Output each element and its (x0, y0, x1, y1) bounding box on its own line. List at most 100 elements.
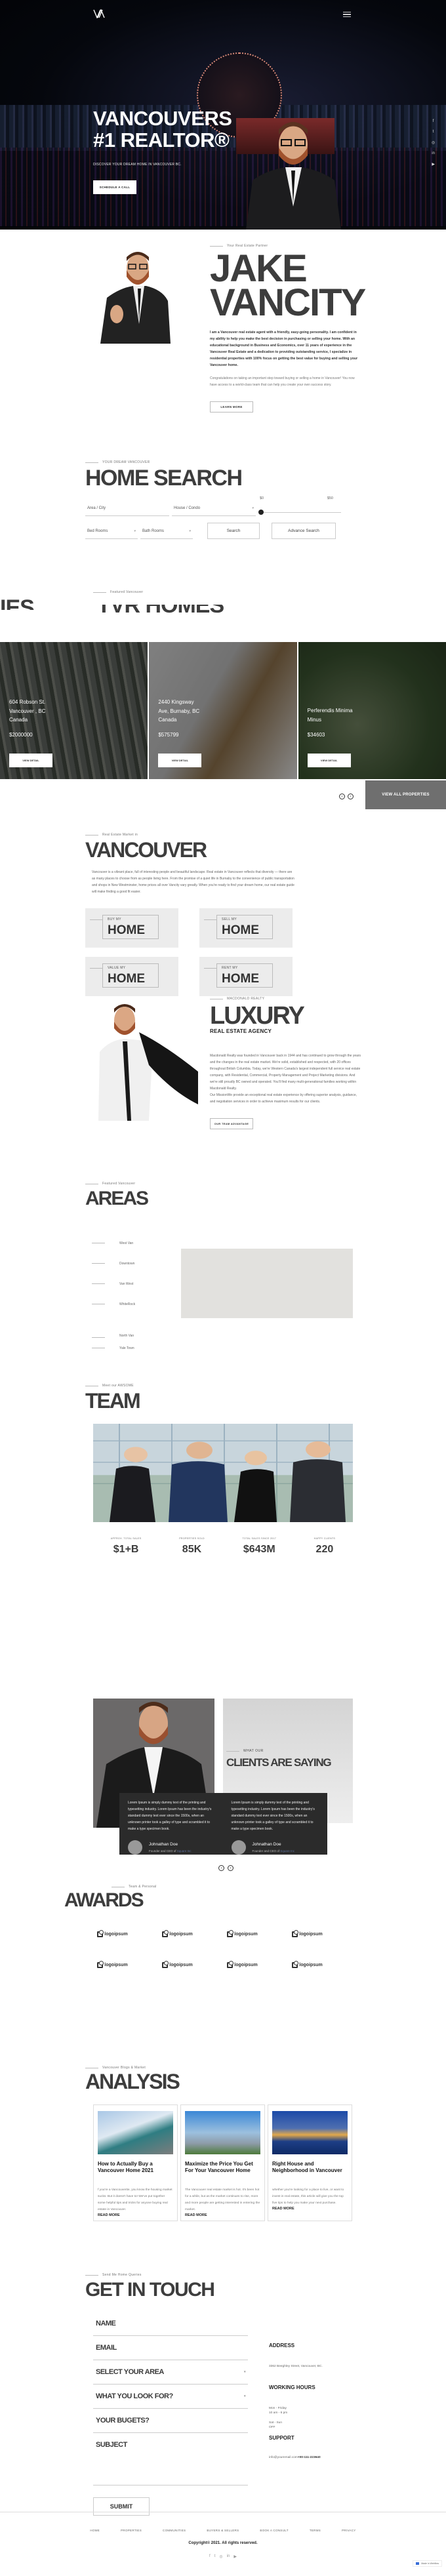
testimonial-next-icon[interactable]: › (228, 1865, 233, 1871)
contact-section: Send Me Home Queries GET IN TOUCH NAME E… (85, 2249, 361, 2516)
address-text: 3362 Beeghley Street, Vancouver, BC. (269, 2365, 323, 2368)
hero-title-line1: VANCOUVERS (93, 107, 232, 130)
slider-track[interactable] (258, 512, 341, 513)
award-logo-text: logoipsum (104, 1932, 128, 1937)
award-logo-text: logoipsum (234, 1963, 258, 1967)
blog-post-card[interactable]: Right House and Neighborhood in Vancouve… (268, 2104, 352, 2221)
area-select[interactable]: SELECT YOUR AREA ▾ (93, 2360, 248, 2385)
bedrooms-select[interactable]: Bed Rooms ▾ (85, 525, 138, 539)
youtube-icon[interactable]: ▶ (233, 2554, 237, 2559)
analysis-blog-section: Vancouver Blogs & Market ANALYSIS How to… (85, 2066, 361, 2249)
learn-more-button[interactable]: LEARN MORE (210, 401, 253, 413)
subject-textarea[interactable]: SUBJECT (93, 2433, 248, 2485)
author-company-link[interactable]: Square Inc (280, 1849, 294, 1853)
canada-place-image (98, 2110, 173, 2154)
carousel-ghost-title: TVR HOMES (97, 605, 224, 616)
area-item[interactable]: WhiteRock (92, 1294, 135, 1314)
facebook-icon[interactable]: f (209, 2554, 211, 2559)
linkedin-icon[interactable]: in (227, 2554, 230, 2559)
area-item[interactable]: North Van (92, 1314, 135, 1338)
tile-small-label: VALUE MY (108, 965, 126, 970)
support-phone[interactable]: +00-111-223640 (298, 2456, 321, 2459)
realtor-portrait-image (246, 122, 341, 230)
slider-handle[interactable] (258, 509, 264, 515)
footer-link-privacy[interactable]: PRIVACY (342, 2529, 356, 2532)
read-more-link[interactable]: READ MORE (98, 2213, 173, 2217)
chevron-down-icon: ▾ (243, 2394, 246, 2398)
support-heading: SUPPORT (269, 2435, 294, 2441)
chevron-down-icon: ▾ (252, 506, 254, 511)
instagram-icon[interactable]: ◎ (432, 140, 435, 145)
home-search-section: YOUR DREAM VANCOUVER HOME SEARCH Area / … (85, 446, 361, 577)
testimonial-prev-icon[interactable]: ‹ (218, 1865, 224, 1871)
stat-value: 85K (182, 1543, 202, 1555)
award-logo: logoipsum (80, 1930, 145, 1937)
search-row-1: Area / City House / Condo ▾ $0 $50 (85, 496, 361, 516)
area-item[interactable]: Van West (92, 1274, 135, 1294)
blog-post-card[interactable]: Maximize the Price You Get For Your Vanc… (180, 2104, 265, 2221)
luxury-content: MACDONALD REALTY LUXURY REAL ESTATE AGEN… (210, 997, 362, 1130)
post-title[interactable]: How to Actually Buy a Vancouver Home 202… (98, 2161, 173, 2187)
footer-link-terms[interactable]: TERMS (310, 2529, 321, 2532)
author-company-link[interactable]: Square Inc (177, 1849, 192, 1853)
properties-eyebrow: Featured Vancouver (93, 590, 143, 594)
footer-link-book-consult[interactable]: BOOK A CONSULT (260, 2529, 288, 2532)
webflow-badge-text: Made in Webflow (421, 2562, 439, 2565)
area-city-input[interactable]: Area / City (85, 502, 169, 516)
facebook-icon[interactable]: f (433, 119, 434, 123)
email-input[interactable]: EMAIL (93, 2336, 248, 2360)
luxury-title: LUXURY (210, 1002, 305, 1030)
contact-title: GET IN TOUCH (85, 2279, 215, 2301)
area-item[interactable]: West Van (92, 1233, 135, 1253)
read-more-link[interactable]: READ MORE (272, 2207, 348, 2211)
instagram-icon[interactable]: ◎ (219, 2554, 222, 2559)
footer-link-properties[interactable]: PROPERTIES (121, 2529, 142, 2532)
footer-link-communities[interactable]: COMMUNITIES (163, 2529, 186, 2532)
jake-portrait-image (100, 252, 171, 344)
bathrooms-select[interactable]: Bath Rooms ▾ (140, 525, 193, 539)
post-title[interactable]: Right House and Neighborhood in Vancouve… (272, 2161, 348, 2187)
read-more-link[interactable]: READ MORE (185, 2213, 260, 2217)
copyright-text: Copyright© 2021. All rights reserved. (188, 2541, 258, 2545)
name-input[interactable]: NAME (93, 2312, 248, 2336)
twitter-icon[interactable]: t (214, 2554, 216, 2559)
area-item[interactable]: Yale Town (92, 1338, 135, 1358)
va-logo-icon[interactable] (93, 9, 106, 18)
price-range-slider[interactable]: $0 $50 (258, 496, 341, 516)
area-list: West Van Downtown Van West WhiteRock Nor… (92, 1233, 135, 1358)
buy-my-home-tile[interactable]: BUY MY HOME (85, 908, 178, 948)
award-logo-text: logoipsum (104, 1963, 128, 1967)
support-email-link[interactable]: info@youremail.com (269, 2456, 298, 2459)
advance-search-button[interactable]: Advance Search (272, 522, 336, 539)
hamburger-menu-icon[interactable] (343, 12, 351, 17)
footer-link-buyers-sellers[interactable]: BUYERS & SELLERS (207, 2529, 239, 2532)
youtube-icon[interactable]: ▶ (432, 162, 435, 167)
linkedin-icon[interactable]: in (432, 151, 435, 155)
budget-input[interactable]: YOUR BUGETS? (93, 2409, 248, 2433)
testimonial-item: Lorem Ipsum is simply dummy text of the … (128, 1800, 216, 1855)
property-type-select[interactable]: House / Condo ▾ (172, 502, 256, 516)
post-title[interactable]: Maximize the Price You Get For Your Vanc… (185, 2161, 260, 2187)
tile-big-label: HOME (222, 923, 259, 937)
area-item[interactable]: Downtown (92, 1253, 135, 1274)
search-button[interactable]: Search (207, 522, 260, 539)
working-hours-heading: WORKING HOURS (269, 2385, 315, 2390)
about-secondary-paragraph: Congratulations on taking an important s… (210, 376, 355, 388)
sell-my-home-tile[interactable]: SELL MY HOME (199, 908, 293, 948)
team-advantage-button[interactable]: OUR TEAM ADVANTAGE (210, 1118, 253, 1130)
property-type-value: House / Condo (174, 506, 201, 511)
award-logo: logoipsum (210, 1930, 275, 1937)
view-detail-button[interactable]: VIEW DETAIL (9, 754, 52, 767)
team-stats: APPROX. TOTAL SALES $1+B PROPERTIES SOLD 8… (85, 1537, 361, 1556)
webflow-badge[interactable]: Made in Webflow (413, 2560, 442, 2567)
schedule-call-button[interactable]: SCHEDULE A CALL (93, 180, 136, 194)
blog-post-card[interactable]: How to Actually Buy a Vancouver Home 202… (93, 2104, 178, 2221)
look-for-select[interactable]: WHAT YOU LOOK FOR? ▾ (93, 2385, 248, 2409)
award-logo-text: logoipsum (299, 1932, 323, 1937)
footer-link-home[interactable]: HOME (90, 2529, 100, 2532)
ghost-title-text: TVR HOMES (97, 605, 224, 616)
twitter-icon[interactable]: t (433, 130, 434, 134)
stat-value: $1+B (113, 1543, 139, 1555)
tile-small-label: RENT MY (222, 965, 238, 970)
view-all-properties-button[interactable]: VIEW ALL PROPERTIES (365, 780, 446, 809)
